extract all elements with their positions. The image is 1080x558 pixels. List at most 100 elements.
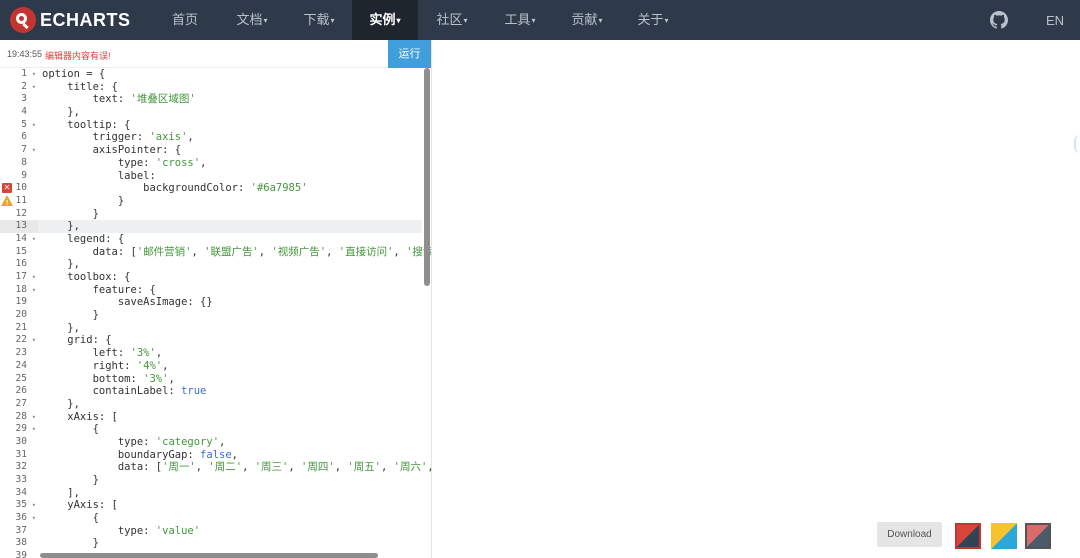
code-line[interactable]: axisPointer: { [42, 144, 422, 157]
code-line[interactable]: { [42, 512, 422, 525]
fold-toggle-icon[interactable]: ▾ [32, 512, 36, 525]
nav-item[interactable]: 文档▾ [218, 0, 286, 40]
nav-item[interactable]: 工具▾ [486, 0, 554, 40]
code-line[interactable]: } [42, 208, 422, 221]
code-line[interactable]: backgroundColor: '#6a7985' [42, 182, 422, 195]
fold-toggle-icon[interactable]: ▾ [32, 68, 36, 81]
nav-item[interactable]: 关于▾ [620, 0, 686, 40]
code-line[interactable]: grid: { [42, 334, 422, 347]
fold-toggle-icon[interactable]: ▾ [32, 271, 36, 284]
theme-default-swatch[interactable] [1025, 523, 1051, 549]
code-token: , [258, 245, 272, 258]
chevron-down-icon: ▾ [463, 15, 468, 25]
code-line[interactable]: title: { [42, 81, 422, 94]
code-token: } [42, 537, 99, 550]
code-token: }, [42, 106, 80, 119]
code-line[interactable]: }, [42, 398, 422, 411]
code-token: , [427, 461, 431, 473]
code-line[interactable]: type: 'value' [42, 525, 422, 538]
code-line[interactable]: xAxis: [ [42, 411, 422, 424]
code-line[interactable]: bottom: '3%', [42, 373, 422, 386]
warning-icon[interactable] [1, 194, 13, 210]
string-token: '周一' [162, 461, 196, 474]
nav-item[interactable]: 社区▾ [418, 0, 486, 40]
fold-toggle-icon[interactable]: ▾ [32, 233, 36, 246]
code-token: }, [42, 258, 80, 271]
code-line[interactable]: }, [42, 322, 422, 335]
run-button[interactable]: 运行 [388, 40, 431, 68]
download-button[interactable]: Download [877, 522, 942, 547]
nav-item[interactable]: 贡献▾ [554, 0, 620, 40]
code-line[interactable]: text: '堆叠区域图' [42, 93, 422, 106]
code-line[interactable]: } [42, 309, 422, 322]
fold-toggle-icon[interactable]: ▾ [32, 119, 36, 132]
code-line[interactable]: legend: { [42, 233, 422, 246]
code-line[interactable]: ], [42, 487, 422, 500]
echarts-logo[interactable]: ECHARTS [0, 0, 150, 40]
fold-toggle-icon[interactable]: ▾ [32, 423, 36, 436]
fold-toggle-icon[interactable]: ▾ [32, 81, 36, 94]
code-line[interactable]: yAxis: [ [42, 499, 422, 512]
code-line[interactable]: containLabel: true [42, 385, 422, 398]
code-line[interactable]: }, [38, 220, 422, 233]
code-line[interactable]: trigger: 'axis', [42, 131, 422, 144]
code-area[interactable]: 1▾2▾345▾67▾89✕1011121314▾151617▾18▾19202… [0, 68, 431, 558]
line-number: 36 [15, 512, 27, 524]
code-line[interactable]: feature: { [42, 284, 422, 297]
code-line[interactable]: tooltip: { [42, 119, 422, 132]
code-token: right: [42, 359, 137, 372]
line-number: 22 [15, 334, 27, 346]
fold-toggle-icon[interactable]: ▾ [32, 334, 36, 347]
fold-toggle-icon[interactable]: ▾ [32, 144, 36, 157]
chevron-down-icon: ▾ [263, 15, 268, 25]
line-number: 30 [15, 435, 27, 447]
code-token: title: { [42, 80, 118, 93]
code-line[interactable]: } [42, 195, 422, 208]
code-line[interactable]: option = { [42, 68, 422, 81]
code-lines[interactable]: option = { title: { text: '堆叠区域图' }, too… [38, 68, 431, 558]
fold-toggle-icon[interactable]: ▾ [32, 284, 36, 297]
code-line[interactable]: right: '4%', [42, 360, 422, 373]
code-line[interactable]: type: 'cross', [42, 157, 422, 170]
nav-item[interactable]: 下载▾ [286, 0, 352, 40]
string-token: '周四' [301, 461, 335, 474]
language-switch[interactable]: EN [1046, 13, 1064, 28]
nav-item[interactable]: 实例▾ [352, 0, 418, 40]
code-line[interactable]: label: [42, 170, 422, 183]
code-line[interactable]: toolbox: { [42, 271, 422, 284]
theme-light-swatch[interactable] [991, 523, 1017, 549]
nav-item-label: 贡献 [571, 12, 598, 27]
code-line[interactable]: data: ['周一', '周二', '周三', '周四', '周五', '周六… [42, 461, 431, 474]
line-number: 33 [15, 474, 27, 485]
code-line[interactable]: data: ['邮件营销', '联盟广告', '视频广告', '直接访问', '… [42, 245, 431, 259]
code-line[interactable]: } [42, 537, 422, 550]
gutter-line: 39 [0, 550, 38, 558]
gutter-line: 23 [0, 347, 38, 360]
gutter-line: 15 [0, 246, 38, 259]
code-line[interactable]: saveAsImage: {} [42, 296, 422, 309]
vertical-scrollbar[interactable] [424, 68, 430, 286]
code-token: text: [42, 93, 131, 106]
fold-toggle-icon[interactable]: ▾ [32, 411, 36, 424]
chevron-down-icon: ▾ [531, 15, 536, 25]
code-token: { [42, 423, 99, 436]
code-token: axisPointer: { [42, 144, 182, 157]
code-line[interactable]: }, [42, 106, 422, 119]
line-number: 26 [15, 385, 27, 397]
nav-item-label: 首页 [171, 12, 198, 27]
panel-edge-decoration [1074, 135, 1080, 153]
github-icon[interactable] [989, 11, 1008, 29]
line-number: 1 [21, 68, 27, 79]
fold-toggle-icon[interactable]: ▾ [32, 499, 36, 512]
theme-dark-swatch[interactable] [955, 523, 981, 549]
nav-item[interactable]: 首页 [152, 0, 218, 40]
code-line[interactable]: type: 'category', [42, 436, 422, 449]
line-number: 11 [15, 194, 27, 206]
code-line[interactable]: } [42, 474, 422, 487]
code-line[interactable]: { [42, 423, 422, 436]
code-line[interactable]: boundaryGap: false, [42, 449, 422, 462]
error-icon[interactable]: ✕ [2, 183, 12, 194]
code-line[interactable]: left: '3%', [42, 347, 422, 360]
code-line[interactable]: }, [42, 258, 422, 271]
horizontal-scrollbar[interactable] [40, 553, 378, 558]
